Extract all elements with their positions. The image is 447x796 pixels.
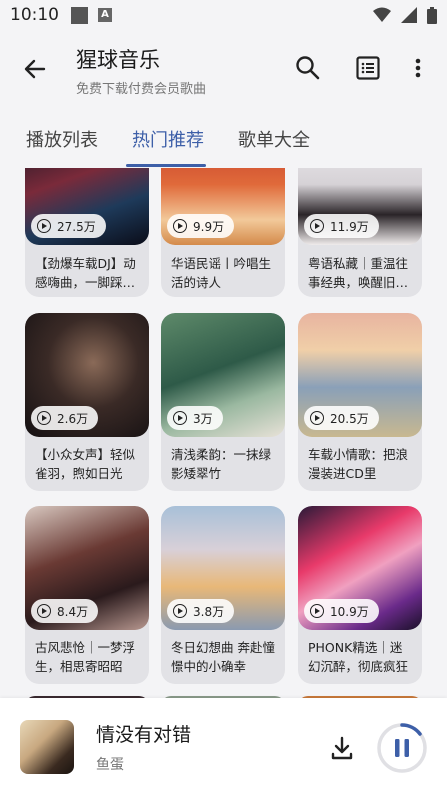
now-playing-cover[interactable] (20, 720, 74, 774)
list-icon[interactable] (354, 54, 382, 82)
playlist-title: 【劲爆车载DJ】动感嗨曲，一脚踩… (35, 256, 136, 290)
play-count: 2.6万 (57, 411, 89, 426)
play-icon (37, 604, 51, 618)
playlist-card[interactable]: 20.5万 车载小情歌：把浪漫装进CD里 (298, 313, 422, 491)
pause-button[interactable] (376, 722, 428, 774)
app-bar: 猩球音乐 免费下载付费会员歌曲 (0, 30, 447, 110)
playlist-cover: 27.5万 (25, 168, 149, 245)
playlist-title: 冬日幻想曲 奔赴憧憬中的小确幸 (171, 640, 275, 674)
playlist-title: PHONK精选｜迷幻沉醉，彻底疯狂 (308, 640, 409, 674)
playlist-card[interactable]: 3.8万 冬日幻想曲 奔赴憧憬中的小确幸 (161, 506, 285, 684)
play-count-badge: 20.5万 (304, 406, 379, 430)
playlist-title: 车载小情歌：把浪漫装进CD里 (308, 447, 409, 481)
play-count-badge: 3.8万 (167, 599, 235, 623)
back-arrow-icon[interactable] (20, 54, 50, 84)
play-count: 10.9万 (330, 604, 369, 619)
download-icon[interactable] (328, 734, 356, 762)
play-count: 20.5万 (330, 411, 369, 426)
play-icon (310, 219, 324, 233)
tab-hot-recommend[interactable]: 热门推荐 (132, 126, 204, 152)
play-icon (173, 411, 187, 425)
playlist-cover: 10.9万 (298, 506, 422, 630)
play-count: 3.8万 (193, 604, 225, 619)
playlist-cover: 3.8万 (161, 506, 285, 630)
play-count: 8.4万 (57, 604, 89, 619)
play-count: 27.5万 (57, 219, 96, 234)
tab-bar: 播放列表 热门推荐 歌单大全 (0, 112, 447, 168)
playlist-title: 【小众女声】轻似雀羽，煦如日光 (35, 447, 136, 481)
playlist-card[interactable]: 3万 清浅柔韵：一抹绿影矮翠竹 (161, 313, 285, 491)
signal-icon (401, 7, 417, 23)
playlist-title: 古风悲怆｜一梦浮生，相思寄昭昭 (35, 640, 136, 674)
playlist-title: 粤语私藏｜重温往事经典，唤醒旧… (308, 256, 409, 290)
search-icon[interactable] (294, 54, 322, 82)
play-count-badge: 8.4万 (31, 599, 99, 623)
play-count-badge: 10.9万 (304, 599, 379, 623)
playlist-cover: 2.6万 (25, 313, 149, 437)
play-count: 9.9万 (193, 219, 225, 234)
battery-icon (427, 6, 437, 24)
playlist-card[interactable]: 2.6万 【小众女声】轻似雀羽，煦如日光 (25, 313, 149, 491)
play-icon (310, 411, 324, 425)
play-count-badge: 27.5万 (31, 214, 106, 238)
playlist-title: 华语民谣丨吟唱生活的诗人 (171, 256, 272, 290)
status-bar: 10:10 A (0, 0, 447, 30)
playlist-card[interactable]: 9.9万 华语民谣丨吟唱生活的诗人 (161, 168, 285, 297)
app-notification-icon: A (98, 8, 112, 22)
playlist-cover: 3万 (161, 313, 285, 437)
playlist-card[interactable]: 8.4万 古风悲怆｜一梦浮生，相思寄昭昭 (25, 506, 149, 684)
notification-icon (71, 6, 88, 24)
page-subtitle: 免费下载付费会员歌曲 (76, 82, 207, 97)
play-icon (37, 411, 51, 425)
playlist-cover: 20.5万 (298, 313, 422, 437)
play-count: 11.9万 (330, 219, 369, 234)
play-icon (173, 219, 187, 233)
playlist-card[interactable]: 10.9万 PHONK精选｜迷幻沉醉，彻底疯狂 (298, 506, 422, 684)
tab-playlist-collection[interactable]: 歌单大全 (238, 126, 310, 152)
tab-playlist[interactable]: 播放列表 (26, 126, 98, 152)
wifi-icon (373, 7, 391, 22)
tab-indicator (126, 164, 206, 167)
now-playing-title: 情没有对错 (96, 724, 192, 746)
status-time: 10:10 (10, 5, 59, 25)
play-count-badge: 11.9万 (304, 214, 379, 238)
play-count: 3万 (193, 411, 213, 426)
more-vert-icon[interactable] (404, 54, 432, 82)
playlist-cover: 11.9万 (298, 168, 422, 245)
play-count-badge: 3万 (167, 406, 223, 430)
play-count-badge: 2.6万 (31, 406, 99, 430)
playlist-grid[interactable]: 27.5万 【劲爆车载DJ】动感嗨曲，一脚踩… 9.9万 华语民谣丨吟唱生活的诗… (0, 168, 447, 698)
playlist-card[interactable]: 27.5万 【劲爆车载DJ】动感嗨曲，一脚踩… (25, 168, 149, 297)
play-icon (310, 604, 324, 618)
mini-player[interactable]: 情没有对错 鱼蛋 (0, 698, 447, 796)
playlist-card[interactable]: 11.9万 粤语私藏｜重温往事经典，唤醒旧… (298, 168, 422, 297)
play-icon (37, 219, 51, 233)
playlist-cover: 9.9万 (161, 168, 285, 245)
now-playing-artist: 鱼蛋 (96, 757, 124, 773)
page-title: 猩球音乐 (76, 48, 160, 72)
playlist-title: 清浅柔韵：一抹绿影矮翠竹 (171, 447, 272, 481)
playlist-cover: 8.4万 (25, 506, 149, 630)
play-icon (173, 604, 187, 618)
play-count-badge: 9.9万 (167, 214, 235, 238)
